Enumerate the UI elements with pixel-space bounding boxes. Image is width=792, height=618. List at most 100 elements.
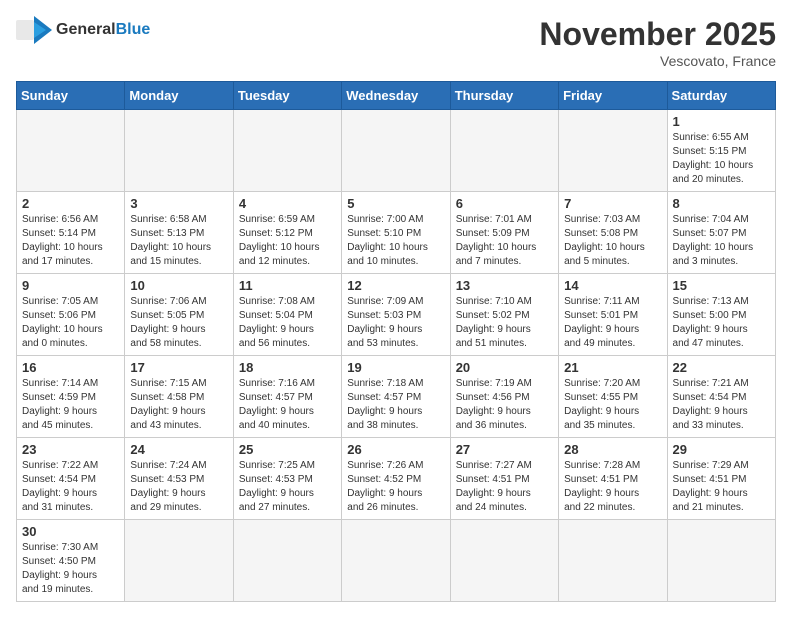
day-info: Sunrise: 6:55 AM Sunset: 5:15 PM Dayligh…: [673, 131, 770, 187]
day-info: Sunrise: 7:10 AM Sunset: 5:02 PM Dayligh…: [456, 295, 553, 351]
calendar-cell: [450, 110, 558, 192]
day-info: Sunrise: 7:20 AM Sunset: 4:55 PM Dayligh…: [564, 377, 661, 433]
calendar-cell: [233, 520, 341, 602]
day-number: 16: [22, 360, 119, 375]
calendar-cell: [125, 520, 233, 602]
day-number: 21: [564, 360, 661, 375]
day-number: 27: [456, 442, 553, 457]
day-info: Sunrise: 7:00 AM Sunset: 5:10 PM Dayligh…: [347, 213, 444, 269]
week-row-4: 16 Sunrise: 7:14 AM Sunset: 4:59 PM Dayli…: [17, 356, 776, 438]
calendar-cell: 28 Sunrise: 7:28 AM Sunset: 4:51 PM Dayli…: [559, 438, 667, 520]
calendar: SundayMondayTuesdayWednesdayThursdayFrid…: [16, 81, 776, 602]
calendar-cell: [559, 520, 667, 602]
weekday-header-thursday: Thursday: [450, 82, 558, 110]
calendar-cell: 4Sunrise: 6:59 AM Sunset: 5:12 PM Daylig…: [233, 192, 341, 274]
day-number: 9: [22, 278, 119, 293]
calendar-cell: 27 Sunrise: 7:27 AM Sunset: 4:51 PM Dayli…: [450, 438, 558, 520]
day-number: 1: [673, 114, 770, 129]
day-number: 13: [456, 278, 553, 293]
day-number: 8: [673, 196, 770, 211]
day-info: Sunrise: 7:15 AM Sunset: 4:58 PM Dayligh…: [130, 377, 227, 433]
day-info: Sunrise: 7:29 AM Sunset: 4:51 PM Dayligh…: [673, 459, 770, 515]
weekday-header-row: SundayMondayTuesdayWednesdayThursdayFrid…: [17, 82, 776, 110]
day-number: 20: [456, 360, 553, 375]
day-info: Sunrise: 7:05 AM Sunset: 5:06 PM Dayligh…: [22, 295, 119, 351]
logo: GeneralBlue: [16, 16, 150, 44]
weekday-header-tuesday: Tuesday: [233, 82, 341, 110]
day-info: Sunrise: 7:03 AM Sunset: 5:08 PM Dayligh…: [564, 213, 661, 269]
day-number: 17: [130, 360, 227, 375]
day-info: Sunrise: 7:21 AM Sunset: 4:54 PM Dayligh…: [673, 377, 770, 433]
calendar-cell: 14 Sunrise: 7:11 AM Sunset: 5:01 PM Dayli…: [559, 274, 667, 356]
calendar-cell: 7 Sunrise: 7:03 AM Sunset: 5:08 PM Daylig…: [559, 192, 667, 274]
day-number: 23: [22, 442, 119, 457]
calendar-cell: 21 Sunrise: 7:20 AM Sunset: 4:55 PM Dayli…: [559, 356, 667, 438]
day-number: 6: [456, 196, 553, 211]
week-row-1: 1 Sunrise: 6:55 AM Sunset: 5:15 PM Daylig…: [17, 110, 776, 192]
weekday-header-sunday: Sunday: [17, 82, 125, 110]
calendar-cell: 10Sunrise: 7:06 AM Sunset: 5:05 PM Dayli…: [125, 274, 233, 356]
week-row-5: 23Sunrise: 7:22 AM Sunset: 4:54 PM Dayli…: [17, 438, 776, 520]
day-number: 22: [673, 360, 770, 375]
calendar-cell: 29 Sunrise: 7:29 AM Sunset: 4:51 PM Dayli…: [667, 438, 775, 520]
calendar-cell: [125, 110, 233, 192]
day-info: Sunrise: 6:59 AM Sunset: 5:12 PM Dayligh…: [239, 213, 336, 269]
calendar-cell: [342, 110, 450, 192]
day-info: Sunrise: 7:08 AM Sunset: 5:04 PM Dayligh…: [239, 295, 336, 351]
day-number: 19: [347, 360, 444, 375]
calendar-cell: 1 Sunrise: 6:55 AM Sunset: 5:15 PM Daylig…: [667, 110, 775, 192]
calendar-cell: 20 Sunrise: 7:19 AM Sunset: 4:56 PM Dayli…: [450, 356, 558, 438]
day-number: 28: [564, 442, 661, 457]
day-info: Sunrise: 7:24 AM Sunset: 4:53 PM Dayligh…: [130, 459, 227, 515]
page-header: GeneralBlue November 2025 Vescovato, Fra…: [16, 16, 776, 69]
calendar-cell: [559, 110, 667, 192]
calendar-cell: [233, 110, 341, 192]
month-title: November 2025: [539, 16, 776, 53]
day-info: Sunrise: 7:04 AM Sunset: 5:07 PM Dayligh…: [673, 213, 770, 269]
day-number: 12: [347, 278, 444, 293]
calendar-cell: 13 Sunrise: 7:10 AM Sunset: 5:02 PM Dayli…: [450, 274, 558, 356]
day-number: 18: [239, 360, 336, 375]
day-number: 7: [564, 196, 661, 211]
day-info: Sunrise: 7:16 AM Sunset: 4:57 PM Dayligh…: [239, 377, 336, 433]
day-info: Sunrise: 7:27 AM Sunset: 4:51 PM Dayligh…: [456, 459, 553, 515]
day-info: Sunrise: 7:14 AM Sunset: 4:59 PM Dayligh…: [22, 377, 119, 433]
calendar-cell: 19 Sunrise: 7:18 AM Sunset: 4:57 PM Dayli…: [342, 356, 450, 438]
calendar-cell: 8 Sunrise: 7:04 AM Sunset: 5:07 PM Daylig…: [667, 192, 775, 274]
day-number: 3: [130, 196, 227, 211]
day-number: 30: [22, 524, 119, 539]
title-block: November 2025 Vescovato, France: [539, 16, 776, 69]
logo-text: GeneralBlue: [56, 21, 150, 39]
day-info: Sunrise: 7:18 AM Sunset: 4:57 PM Dayligh…: [347, 377, 444, 433]
calendar-cell: 9 Sunrise: 7:05 AM Sunset: 5:06 PM Daylig…: [17, 274, 125, 356]
day-info: Sunrise: 7:11 AM Sunset: 5:01 PM Dayligh…: [564, 295, 661, 351]
calendar-cell: 2Sunrise: 6:56 AM Sunset: 5:14 PM Daylig…: [17, 192, 125, 274]
weekday-header-friday: Friday: [559, 82, 667, 110]
day-number: 25: [239, 442, 336, 457]
weekday-header-wednesday: Wednesday: [342, 82, 450, 110]
day-number: 29: [673, 442, 770, 457]
day-info: Sunrise: 6:58 AM Sunset: 5:13 PM Dayligh…: [130, 213, 227, 269]
calendar-cell: 22 Sunrise: 7:21 AM Sunset: 4:54 PM Dayli…: [667, 356, 775, 438]
location: Vescovato, France: [539, 53, 776, 69]
day-info: Sunrise: 7:26 AM Sunset: 4:52 PM Dayligh…: [347, 459, 444, 515]
calendar-cell: [342, 520, 450, 602]
day-info: Sunrise: 7:09 AM Sunset: 5:03 PM Dayligh…: [347, 295, 444, 351]
day-number: 24: [130, 442, 227, 457]
calendar-cell: [667, 520, 775, 602]
calendar-cell: 26Sunrise: 7:26 AM Sunset: 4:52 PM Dayli…: [342, 438, 450, 520]
week-row-3: 9 Sunrise: 7:05 AM Sunset: 5:06 PM Daylig…: [17, 274, 776, 356]
day-info: Sunrise: 7:19 AM Sunset: 4:56 PM Dayligh…: [456, 377, 553, 433]
weekday-header-monday: Monday: [125, 82, 233, 110]
day-number: 14: [564, 278, 661, 293]
calendar-cell: [450, 520, 558, 602]
calendar-cell: 17 Sunrise: 7:15 AM Sunset: 4:58 PM Dayli…: [125, 356, 233, 438]
calendar-cell: 23Sunrise: 7:22 AM Sunset: 4:54 PM Dayli…: [17, 438, 125, 520]
day-info: Sunrise: 7:25 AM Sunset: 4:53 PM Dayligh…: [239, 459, 336, 515]
calendar-cell: 3 Sunrise: 6:58 AM Sunset: 5:13 PM Daylig…: [125, 192, 233, 274]
calendar-cell: 24 Sunrise: 7:24 AM Sunset: 4:53 PM Dayli…: [125, 438, 233, 520]
calendar-cell: 6Sunrise: 7:01 AM Sunset: 5:09 PM Daylig…: [450, 192, 558, 274]
day-number: 10: [130, 278, 227, 293]
day-number: 11: [239, 278, 336, 293]
day-info: Sunrise: 7:28 AM Sunset: 4:51 PM Dayligh…: [564, 459, 661, 515]
